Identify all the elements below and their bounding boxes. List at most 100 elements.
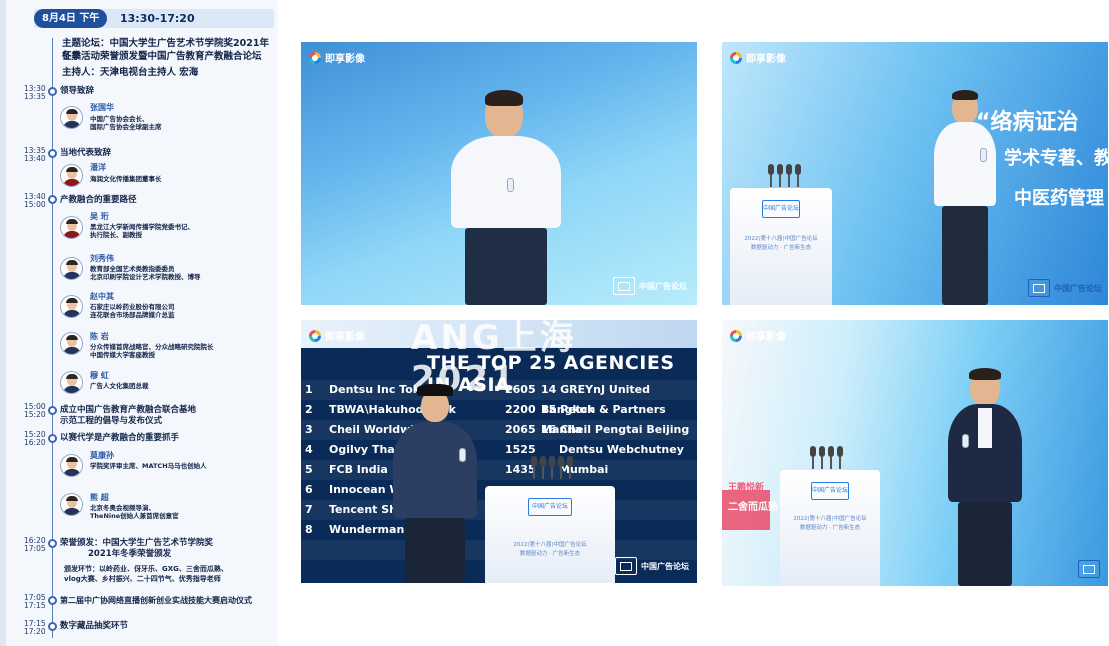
avatar (60, 164, 83, 187)
timeline-dot (48, 434, 57, 443)
speaker-name: 刘秀伟 (90, 254, 114, 263)
brand-logo: 即享影像 (309, 328, 365, 343)
avatar (60, 216, 83, 239)
speaker-name: 穆 虹 (90, 371, 109, 380)
event-photo-3: ANG上海 2021 THE TOP 25 AGENCIES IN ASIA 1… (301, 320, 697, 583)
screen-text: 学术专著、教 (1004, 148, 1108, 169)
speaker-name: 熊 超 (90, 493, 109, 502)
brand-logo: 即享影像 (309, 50, 365, 65)
speaker-title: TheNine创始人兼首席创意官 (90, 512, 179, 520)
forum-seal-icon (613, 277, 635, 295)
speaker-figure (934, 90, 996, 305)
award-list: vlog大赛、乡村振兴、二十四节气、优秀指导老师 (64, 575, 221, 583)
timeline-dot (48, 596, 57, 605)
time-end: 17:20 (24, 627, 46, 636)
speaker-title: 海润文化传播集团董事长 (90, 175, 162, 183)
brand-logo-icon (309, 329, 321, 342)
forum-seal-icon (1078, 560, 1100, 578)
section-title: 产教融合的重要路径 (60, 195, 137, 205)
timeline-line (52, 38, 53, 638)
ranking-row: 14 GREYnJ United Bangkok (541, 383, 651, 416)
speaker-title: 北京冬奥会视频导演、 (90, 504, 155, 512)
speaker-title: 教育部全国艺术类教指委委员 (90, 265, 175, 273)
section-title: 领导致辞 (60, 86, 95, 96)
brand-logo-icon (730, 51, 742, 64)
ranking-row: Dentsu Webchutney Mumbai (559, 443, 684, 476)
time-end: 13:40 (24, 154, 46, 163)
speaker-title: 广告人文化集团总裁 (90, 382, 149, 390)
time-end: 15:00 (24, 200, 46, 209)
speaker-title: 执行院长、副教授 (90, 231, 142, 239)
microphones-icon (768, 164, 801, 187)
watermark: 中国广告论坛 (1028, 279, 1102, 297)
time-range: 13:30-17:20 (120, 12, 195, 25)
speaker-title: 中国广告协会会长、 (90, 115, 149, 123)
date-label: 8月4日 下午 (34, 9, 108, 28)
time-end: 15:20 (24, 410, 46, 419)
time-end: 16:20 (24, 438, 46, 447)
speaker-title: 石家庄以岭药业股份有限公司 (90, 303, 175, 311)
ranking-row: 15 Petch & Partners Manila (541, 403, 666, 436)
speaker-title: 学院奖评审主席、MATCH马马也创始人 (90, 462, 207, 470)
speaker-name: 张国华 (90, 103, 114, 112)
avatar (60, 332, 83, 355)
avatar (60, 295, 83, 318)
schedule-panel: 8月4日 下午 13:30-17:20 主题论坛：中国大学生广告艺术节学院奖20… (0, 0, 278, 646)
podium: 中国广告论坛 2022(第十八届)中国广告论坛 数据驱动力 · 广告新生态 (730, 188, 832, 305)
microphone-icon (507, 178, 514, 192)
avatar (60, 106, 83, 129)
forum-title-line2: 征集活动荣誉颁发暨中国广告教育产教融合论坛 (62, 51, 262, 62)
section-title-line2: 2021年冬季荣誉颁发 (88, 549, 172, 559)
section-title-line2: 示范工程的倡导与发布仪式 (60, 416, 163, 426)
timeline-dot (48, 195, 57, 204)
brand-logo: 即享影像 (730, 328, 786, 343)
brand-text: 即享影像 (325, 54, 365, 65)
speaker-figure (948, 368, 1022, 586)
speaker-name: 吴 珩 (90, 212, 109, 221)
speaker-title: 连花联合市场部品牌媒介总监 (90, 311, 175, 319)
speaker-title: 中国传媒大学客座教授 (90, 351, 155, 359)
section-title: 以赛代学是产教融合的重要抓手 (60, 433, 180, 443)
speaker-name: 莫康孙 (90, 451, 114, 460)
forum-seal-icon (1028, 279, 1050, 297)
podium: 中国广告论坛 2022(第十八届)中国广告论坛 数据驱动力 · 广告新生态 (485, 486, 615, 583)
forum-seal-icon (615, 557, 637, 575)
ranking-row: 16 Cheil Pengtai Beijing (541, 423, 690, 436)
section-title: 当地代表致辞 (60, 148, 112, 158)
speaker-title: 北京印刷学院设计艺术学院教授、博导 (90, 273, 201, 281)
date-bar: 8月4日 下午 13:30-17:20 (34, 9, 274, 28)
avatar (60, 257, 83, 280)
avatar (60, 371, 83, 394)
speaker-title: 国际广告协会全球副主席 (90, 123, 162, 131)
cap (417, 384, 453, 396)
speaker-title: 分众传媒首席战略官、分众战略研究院院长 (90, 343, 214, 351)
screen-text: 中医药管理 (1014, 188, 1104, 209)
speaker-name: 潘洋 (90, 163, 106, 172)
timeline-dot (48, 87, 57, 96)
watermark (1078, 560, 1100, 578)
section-title: 荣誉颁发：中国大学生广告艺术节学院奖 (60, 538, 214, 548)
microphones-icon (531, 456, 573, 479)
brand-logo-icon (730, 329, 742, 342)
event-photo-1: 即享影像 中国广告论坛 (301, 42, 697, 305)
award-list: 颁发环节：以岭药业、伢牙乐、GXG、三舍而瓜熟、 (64, 565, 228, 573)
time-end: 13:35 (24, 92, 46, 101)
timeline-dot (48, 622, 57, 631)
panel-edge (0, 0, 6, 646)
microphone-icon (980, 148, 987, 162)
timeline-dot (48, 406, 57, 415)
time-end: 17:05 (24, 544, 46, 553)
microphone-icon (962, 434, 969, 448)
speaker-name: 赵中其 (90, 292, 114, 301)
speaker-figure (451, 90, 561, 305)
watermark: 中国广告论坛 (613, 277, 687, 295)
microphones-icon (810, 446, 843, 469)
section-title: 第二届中广协网络直播创新创业实战技能大赛启动仪式 (60, 596, 252, 605)
screen-text: 二舍而瓜熟 (728, 502, 778, 513)
timeline-dot (48, 149, 57, 158)
host-line: 主持人：天津电视台主持人 宏海 (62, 67, 199, 78)
speaker-name: 陈 岩 (90, 332, 109, 341)
watermark: 中国广告论坛 (615, 557, 689, 575)
brand-logo: 即享影像 (730, 50, 786, 65)
event-photo-2: 立“络病证治 学术专著、教 中医药管理 即享影像 中国广告论坛 2022(第十八… (722, 42, 1108, 305)
